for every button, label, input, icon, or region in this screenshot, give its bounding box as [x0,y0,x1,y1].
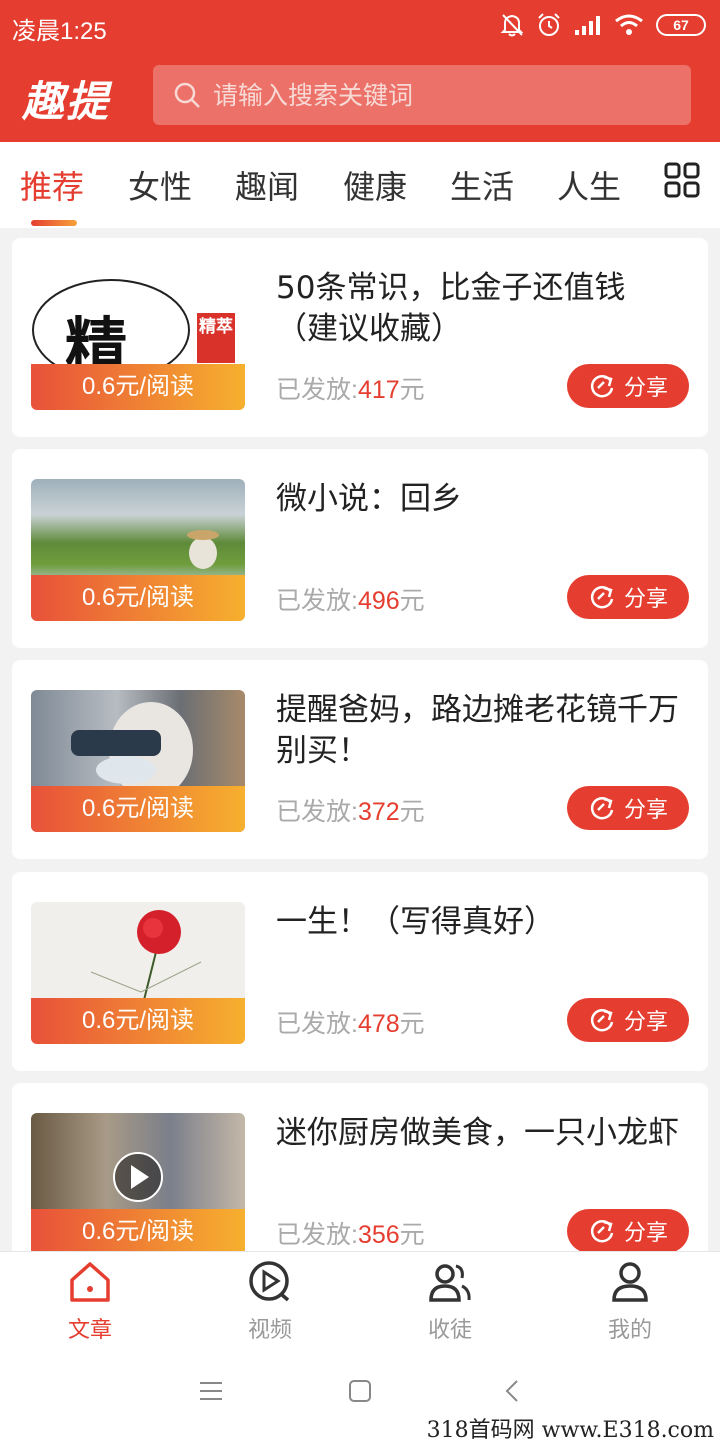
article-card[interactable]: 0.6元/阅读 提醒爸妈，路边摊老花镜千万别买！ 已发放:372元 分享 [12,660,708,859]
video-icon [249,1261,290,1302]
payout-label: 已发放: [276,1221,358,1249]
payout-label: 已发放: [276,587,358,615]
share-icon [590,375,614,398]
tab-fun-news[interactable]: 趣闻 [235,162,299,208]
battery-icon: 67 [656,14,706,36]
article-card[interactable]: 精 精萃 0.6元/阅读 50条常识，比金子还值钱（建议收藏） 已发放:417元… [12,238,708,437]
share-label: 分享 [623,1221,668,1246]
grid-icon[interactable] [664,162,700,198]
search-bar[interactable] [153,65,691,125]
share-icon [590,1220,614,1243]
payout-currency: 元 [399,798,425,826]
share-label: 分享 [623,1010,668,1035]
article-thumbnail: 0.6元/阅读 [31,479,245,621]
payout-info: 已发放:496元 [276,581,425,617]
nav-item-profile[interactable]: 我的 [540,1252,720,1346]
nav-label: 收徒 [427,1318,472,1343]
share-button[interactable]: 分享 [567,1209,689,1253]
article-title[interactable]: 提醒爸妈，路边摊老花镜千万别买！ [276,690,686,772]
payout-currency: 元 [399,587,425,615]
payout-label: 已发放: [276,798,358,826]
article-thumbnail: 0.6元/阅读 [31,1113,245,1255]
payout-currency: 元 [399,1221,425,1249]
article-card[interactable]: 0.6元/阅读 微小说：回乡 已发放:496元 分享 [12,449,708,648]
bottom-nav: 文章 视频 收徒 我的 [0,1251,720,1345]
article-title[interactable]: 微小说：回乡 [276,479,686,520]
payout-info: 已发放:417元 [276,370,425,406]
watermark: 318首码网 www.E318.com [426,1418,714,1440]
payout-label: 已发放: [276,376,358,404]
nav-item-apprentice[interactable]: 收徒 [360,1252,540,1346]
status-bar: 凌晨1:25 67 [0,0,720,52]
price-badge: 0.6元/阅读 [31,998,245,1044]
article-thumbnail: 0.6元/阅读 [31,690,245,832]
profile-icon [612,1262,648,1302]
nav-item-articles[interactable]: 文章 [0,1252,180,1346]
price-badge: 0.6元/阅读 [31,786,245,832]
payout-amount: 496 [357,587,400,615]
app-header: 趣提 [0,52,720,142]
tab-female[interactable]: 女性 [128,162,192,208]
nav-item-video[interactable]: 视频 [180,1252,360,1346]
share-label: 分享 [623,798,668,823]
price-badge: 0.6元/阅读 [31,1209,245,1255]
payout-amount: 417 [357,376,400,404]
share-button[interactable]: 分享 [567,998,689,1042]
payout-amount: 356 [357,1221,400,1249]
payout-amount: 478 [357,1010,400,1038]
share-icon [590,797,614,820]
category-tabs: 推荐 女性 趣闻 健康 生活 人生 [0,142,720,228]
payout-info: 已发放:356元 [276,1215,425,1251]
tab-recommend[interactable]: 推荐 [20,162,84,208]
bell-off-icon [500,14,524,37]
alarm-icon [538,13,560,36]
tab-lifetime[interactable]: 人生 [557,162,621,208]
status-time: 凌晨1:25 [12,18,107,45]
nav-label: 我的 [607,1318,652,1343]
active-tab-indicator [31,220,77,226]
share-button[interactable]: 分享 [567,575,689,619]
share-label: 分享 [623,376,668,401]
nav-label: 文章 [67,1318,112,1343]
article-thumbnail: 精 精萃 0.6元/阅读 [31,268,245,410]
price-badge: 0.6元/阅读 [31,364,245,410]
payout-info: 已发放:372元 [276,792,425,828]
article-thumbnail: 0.6元/阅读 [31,902,245,1044]
price-badge: 0.6元/阅读 [31,575,245,621]
payout-info: 已发放:478元 [276,1004,425,1040]
share-button[interactable]: 分享 [567,786,689,830]
payout-amount: 372 [357,798,400,826]
article-title[interactable]: 迷你厨房做美食，一只小龙虾 [276,1113,686,1154]
payout-currency: 元 [399,376,425,404]
search-icon [174,82,200,108]
nav-label: 视频 [247,1318,292,1343]
article-title[interactable]: 50条常识，比金子还值钱（建议收藏） [276,268,686,350]
tab-health[interactable]: 健康 [343,162,407,208]
home-icon [70,1262,110,1302]
article-card[interactable]: 0.6元/阅读 一生！（写得真好） 已发放:478元 分享 [12,872,708,1071]
share-label: 分享 [623,587,668,612]
back-icon[interactable] [502,1379,522,1403]
share-icon [590,586,614,609]
tab-life[interactable]: 生活 [450,162,514,208]
menu-icon[interactable] [199,1379,223,1403]
payout-label: 已发放: [276,1010,358,1038]
share-button[interactable]: 分享 [567,364,689,408]
share-icon [590,1009,614,1032]
payout-currency: 元 [399,1010,425,1038]
status-icons: 67 [500,12,706,38]
app-logo: 趣提 [22,77,111,126]
home-square-icon[interactable] [348,1379,372,1403]
search-input[interactable] [213,65,673,125]
users-icon [429,1264,471,1302]
thumb-stamp: 精萃 [199,317,233,337]
wifi-icon [615,14,643,35]
article-title[interactable]: 一生！（写得真好） [276,902,686,943]
signal-icon [575,16,600,35]
